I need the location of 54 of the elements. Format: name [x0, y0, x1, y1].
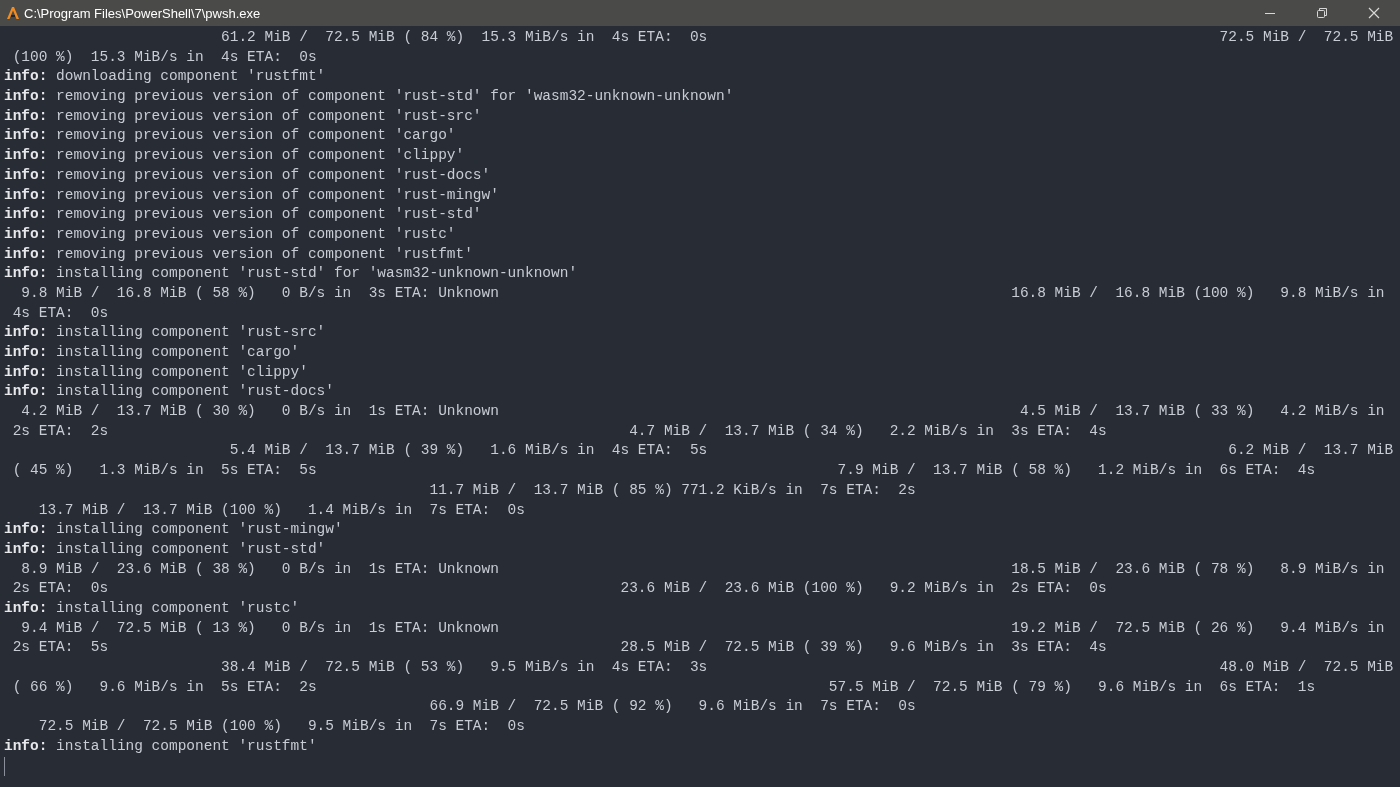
progress-text: 8.9 MiB / 23.6 MiB ( 38 %) 0 B/s in 1s ETA: Unknown: [20, 559, 499, 579]
progress-text: (100 %) 15.3 MiB/s in 4s ETA: 0s: [11, 47, 317, 67]
progress-text: 28.5 MiB / 72.5 MiB ( 39 %) 9.6 MiB/s in 3s ETA: 4s: [619, 638, 1107, 658]
progress-text: 72.5 MiB / 72.5 MiB: [1218, 28, 1394, 47]
log-line: info: removing previous version of component 'cargo': [4, 126, 456, 146]
log-line: info: installing component 'cargo': [4, 343, 300, 362]
progress-text: 9.8 MiB / 16.8 MiB ( 58 %) 0 B/s in 3s ETA: Unknown: [20, 283, 499, 303]
window-title: C:\Program Files\PowerShell\7\pwsh.exe: [24, 5, 261, 21]
log-line: info: removing previous version of component 'clippy': [4, 146, 465, 166]
progress-text: 5.4 MiB / 13.7 MiB ( 39 %) 1.6 MiB/s in 4s ETA: 5s: [228, 441, 708, 461]
progress-text: 61.2 MiB / 72.5 MiB ( 84 %) 15.3 MiB/s in 4s ETA: 0s: [220, 28, 708, 47]
log-line: info: installing component 'rust-docs': [4, 382, 334, 402]
progress-text: ( 45 %) 1.3 MiB/s in 5s ETA: 5s: [11, 461, 317, 481]
progress-text: ( 66 %) 9.6 MiB/s in 5s ETA: 2s: [11, 677, 317, 697]
progress-text: 48.0 MiB / 72.5 MiB: [1218, 658, 1394, 677]
log-line: info: removing previous version of component 'rustc': [4, 224, 456, 244]
progress-text: 2s ETA: 0s: [11, 579, 109, 599]
progress-text: 66.9 MiB / 72.5 MiB ( 92 %) 9.6 MiB/s in 7s ETA: 0s: [428, 697, 916, 717]
log-line: info: removing previous version of component 'rust-std' for 'wasm32-unknown-unknown': [4, 87, 734, 107]
restore-icon: [1316, 7, 1328, 19]
progress-text: 11.7 MiB / 13.7 MiB ( 85 %) 771.2 KiB/s in 7s ETA: 2s: [428, 480, 916, 500]
progress-text: 16.8 MiB / 16.8 MiB (100 %) 9.8 MiB/s in: [1010, 283, 1385, 303]
progress-text: 4s ETA: 0s: [11, 303, 109, 323]
close-icon: [1368, 7, 1380, 19]
log-line: info: removing previous version of component 'rustfmt': [4, 244, 473, 264]
progress-text: 18.5 MiB / 23.6 MiB ( 78 %) 8.9 MiB/s in: [1010, 559, 1385, 579]
log-line: info: downloading component 'rustfmt': [4, 67, 326, 87]
log-line: info: removing previous version of component 'rust-docs': [4, 165, 491, 185]
progress-text: 38.4 MiB / 72.5 MiB ( 53 %) 9.5 MiB/s in 4s ETA: 3s: [220, 658, 708, 677]
log-line: info: installing component 'clippy': [4, 362, 308, 382]
progress-text: 4.2 MiB / 13.7 MiB ( 30 %) 0 B/s in 1s ETA: Unknown: [20, 402, 499, 422]
progress-text: 9.4 MiB / 72.5 MiB ( 13 %) 0 B/s in 1s ETA: Unknown: [20, 618, 499, 638]
progress-text: 4.7 MiB / 13.7 MiB ( 34 %) 2.2 MiB/s in 3s ETA: 4s: [628, 421, 1107, 441]
log-line: info: installing component 'rustfmt': [4, 736, 317, 756]
log-line: info: installing component 'rust-std' for 'wasm32-unknown-unknown': [4, 264, 578, 284]
progress-text: 23.6 MiB / 23.6 MiB (100 %) 9.2 MiB/s in 2s ETA: 0s: [619, 579, 1107, 599]
progress-text: 19.2 MiB / 72.5 MiB ( 26 %) 9.4 MiB/s in: [1010, 618, 1385, 638]
progress-text: 4.5 MiB / 13.7 MiB ( 33 %) 4.2 MiB/s in: [1018, 402, 1385, 422]
progress-text: 13.7 MiB / 13.7 MiB (100 %) 1.4 MiB/s in 7s ETA: 0s: [37, 500, 525, 520]
text-cursor: [4, 756, 5, 776]
log-line: info: removing previous version of component 'rust-mingw': [4, 185, 499, 205]
progress-text: 6.2 MiB / 13.7 MiB: [1227, 441, 1394, 461]
progress-text: 2s ETA: 5s: [11, 638, 109, 658]
progress-text: 2s ETA: 2s: [11, 421, 109, 441]
log-line: info: removing previous version of component 'rust-src': [4, 106, 482, 126]
log-line: info: installing component 'rust-mingw': [4, 520, 343, 540]
progress-text: 57.5 MiB / 72.5 MiB ( 79 %) 9.6 MiB/s in 6s ETA: 1s: [827, 677, 1316, 697]
progress-text: 7.9 MiB / 13.7 MiB ( 58 %) 1.2 MiB/s in 6s ETA: 4s: [836, 461, 1316, 481]
log-line: info: installing component 'rustc': [4, 598, 300, 618]
log-line: info: installing component 'rust-std': [4, 539, 326, 559]
progress-text: 72.5 MiB / 72.5 MiB (100 %) 9.5 MiB/s in 7s ETA: 0s: [37, 717, 525, 737]
log-line: info: removing previous version of component 'rust-std': [4, 205, 482, 225]
log-line: info: installing component 'rust-src': [4, 323, 326, 343]
app-icon: [6, 6, 20, 20]
